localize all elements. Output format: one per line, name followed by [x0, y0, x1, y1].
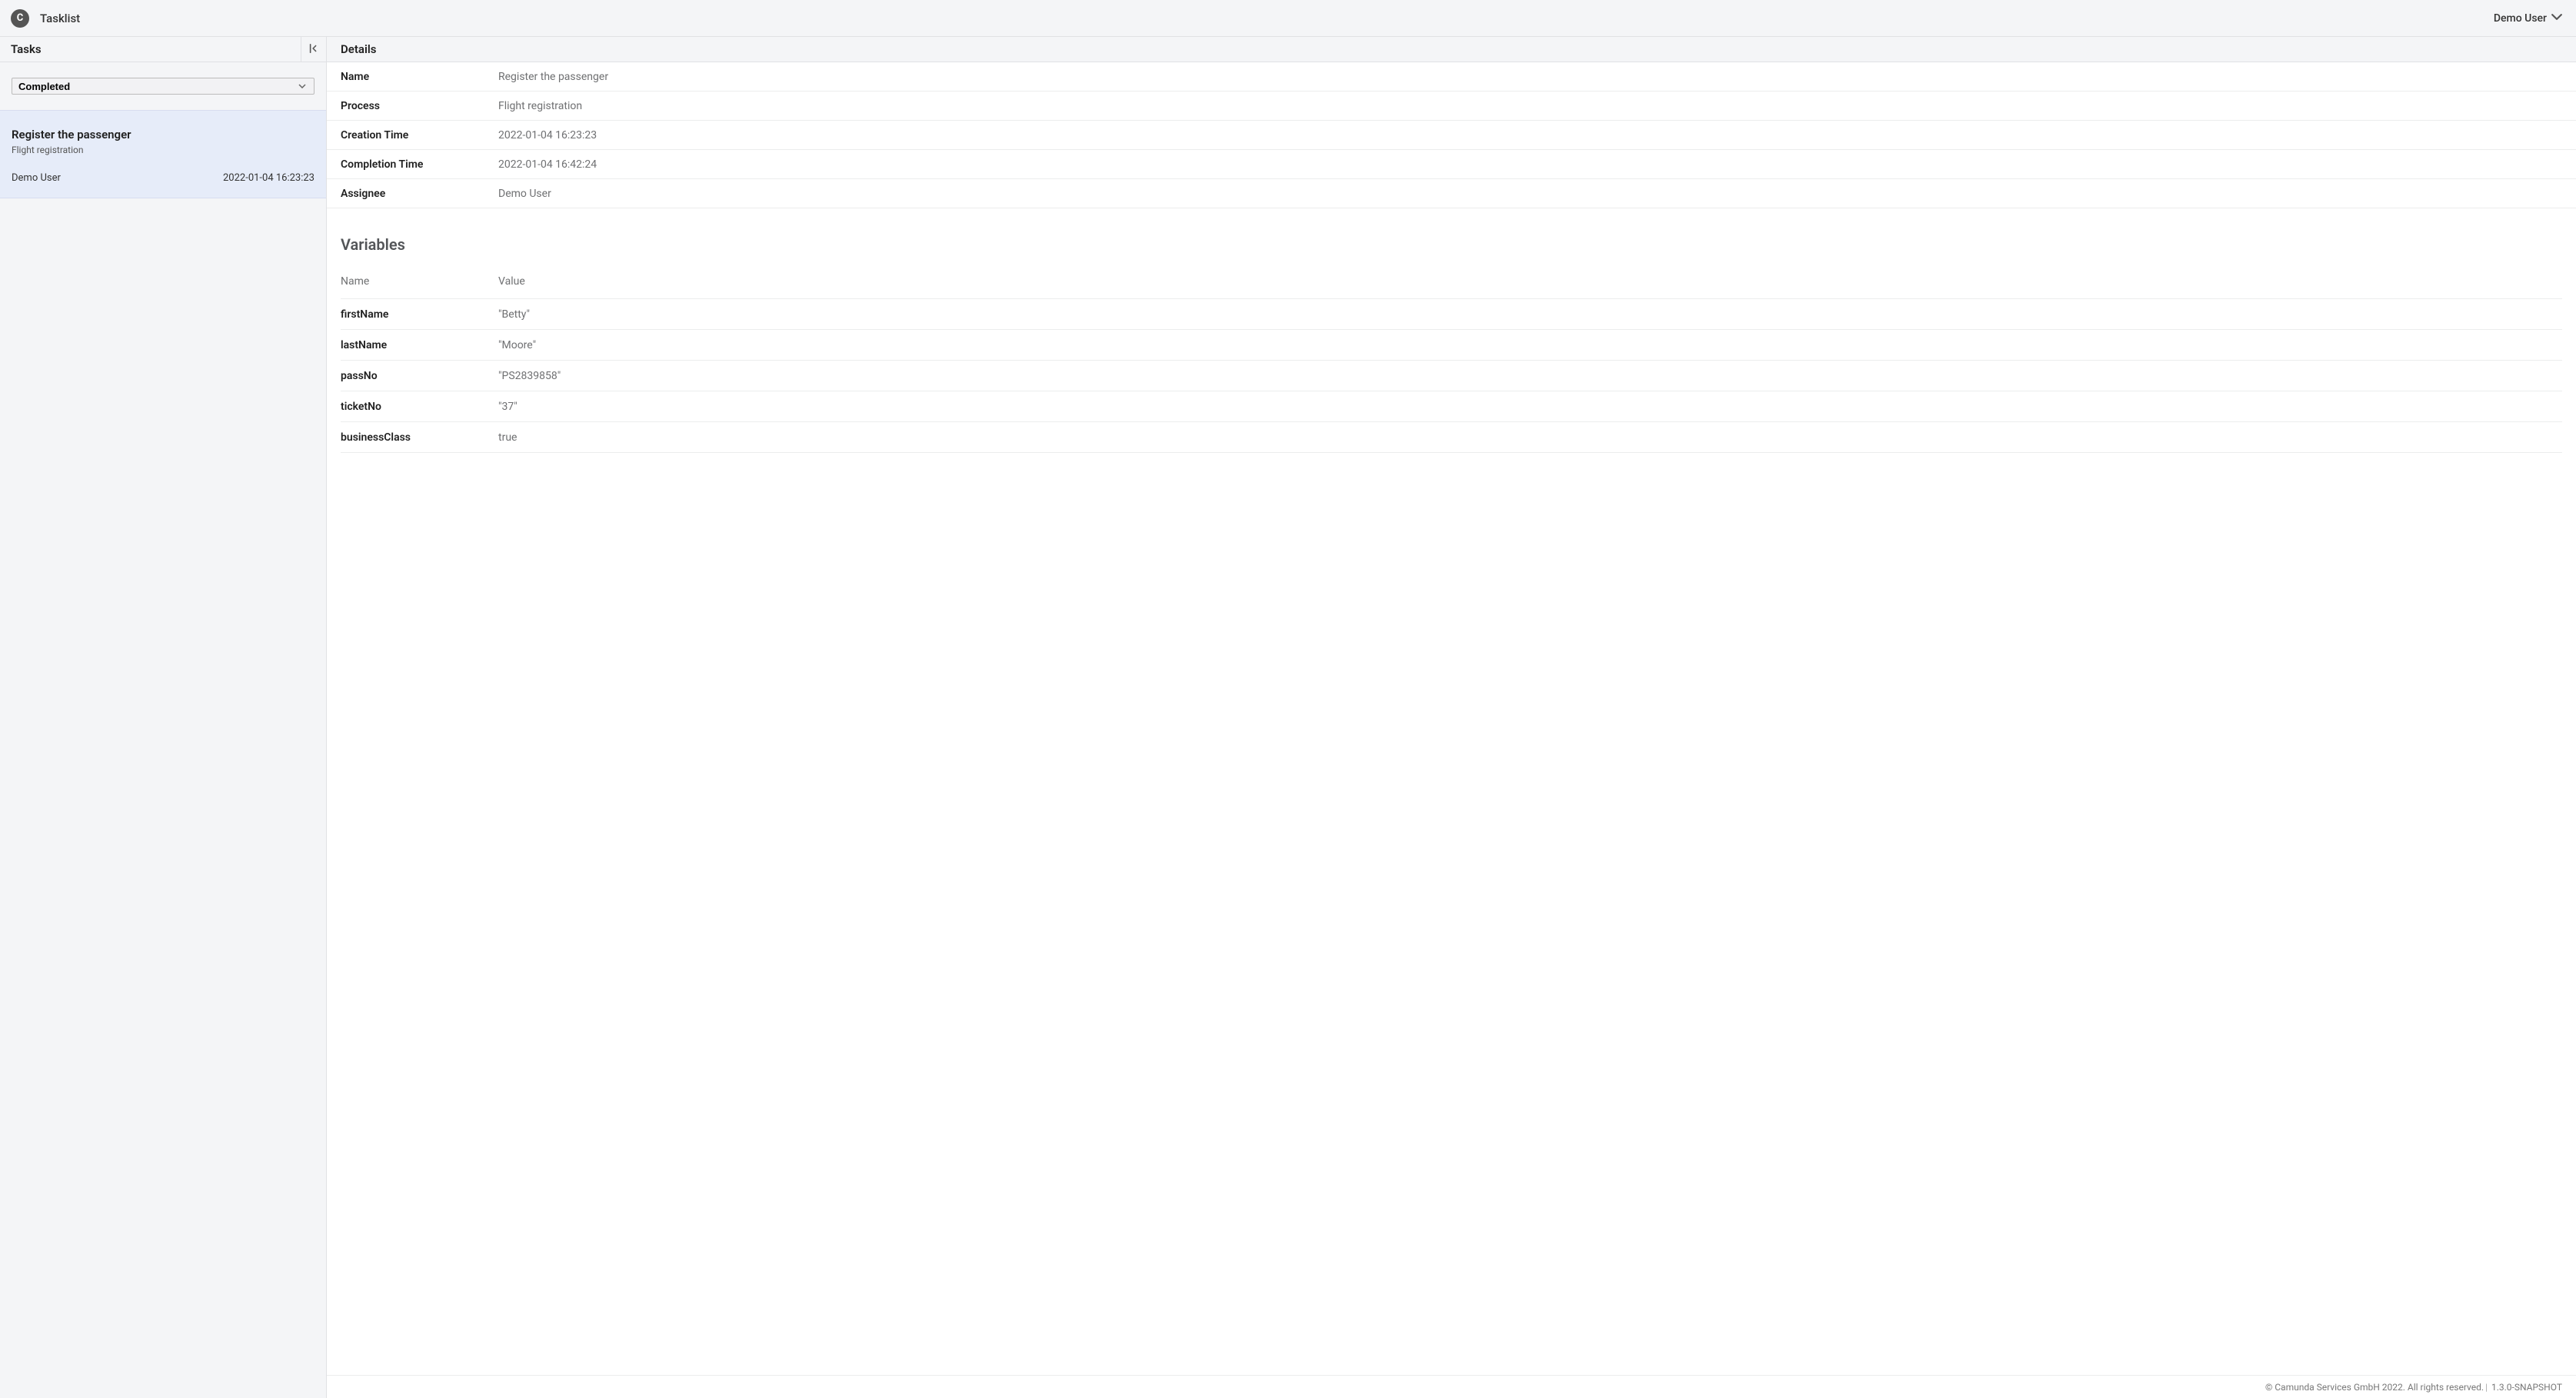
main: Tasks Completed Register the passenger F… — [0, 37, 2576, 1398]
variable-row: businessClass true — [341, 422, 2562, 453]
user-name: Demo User — [2494, 12, 2547, 25]
variables-heading: Variables — [341, 235, 2562, 254]
detail-label: Completion Time — [341, 158, 498, 171]
variables-col-value: Value — [498, 275, 525, 288]
details-header: Details — [327, 37, 2576, 62]
app-title: Tasklist — [40, 12, 80, 25]
detail-value: 2022-01-04 16:42:24 — [498, 158, 597, 171]
detail-label: Assignee — [341, 188, 498, 200]
task-card-assignee: Demo User — [12, 172, 61, 184]
app-logo-icon[interactable]: C — [11, 9, 29, 28]
details-body: Name Register the passenger Process Flig… — [327, 62, 2576, 1375]
detail-row-name: Name Register the passenger — [327, 62, 2576, 92]
variable-value: true — [498, 431, 517, 444]
variable-row: firstName "Betty" — [341, 299, 2562, 330]
task-card-process: Flight registration — [12, 145, 315, 155]
detail-value: Register the passenger — [498, 71, 608, 83]
variable-row: passNo "PS2839858" — [341, 361, 2562, 391]
variable-name: businessClass — [341, 431, 498, 444]
footer: © Camunda Services GmbH 2022. All rights… — [327, 1375, 2576, 1398]
detail-value: Demo User — [498, 188, 551, 200]
task-filter-select[interactable]: Completed — [12, 78, 315, 95]
variable-name: lastName — [341, 339, 498, 351]
task-card[interactable]: Register the passenger Flight registrati… — [0, 110, 326, 198]
filter-area: Completed — [0, 62, 326, 110]
variables-col-name: Name — [341, 275, 498, 288]
detail-label: Process — [341, 100, 498, 112]
variable-value: "PS2839858" — [498, 370, 561, 382]
footer-version: 1.3.0-SNAPSHOT — [2484, 1382, 2562, 1393]
variable-name: ticketNo — [341, 401, 498, 413]
detail-label: Name — [341, 71, 498, 83]
variables-header-row: Name Value — [341, 275, 2562, 299]
detail-value: 2022-01-04 16:23:23 — [498, 129, 597, 141]
detail-row-completion-time: Completion Time 2022-01-04 16:42:24 — [327, 150, 2576, 179]
details-panel: Details Name Register the passenger Proc… — [327, 37, 2576, 1398]
variable-value: "37" — [498, 401, 518, 413]
sidebar-title: Tasks — [11, 42, 42, 56]
detail-value: Flight registration — [498, 100, 582, 112]
variable-name: passNo — [341, 370, 498, 382]
task-card-meta: Demo User 2022-01-04 16:23:23 — [12, 172, 315, 184]
variable-name: firstName — [341, 308, 498, 321]
detail-row-process: Process Flight registration — [327, 92, 2576, 121]
variables-section: Variables Name Value firstName "Betty" l… — [327, 208, 2576, 453]
variable-value: "Betty" — [498, 308, 530, 321]
detail-label: Creation Time — [341, 129, 498, 141]
collapse-sidebar-button[interactable] — [301, 37, 326, 62]
variable-value: "Moore" — [498, 339, 536, 351]
chevron-down-icon — [2551, 12, 2562, 25]
tasks-sidebar: Tasks Completed Register the passenger F… — [0, 37, 327, 1398]
details-title: Details — [341, 42, 376, 56]
sidebar-header: Tasks — [0, 37, 326, 62]
task-card-title: Register the passenger — [12, 128, 315, 141]
user-menu[interactable]: Demo User — [2491, 7, 2565, 30]
variable-row: lastName "Moore" — [341, 330, 2562, 361]
footer-copyright: © Camunda Services GmbH 2022. All rights… — [2265, 1382, 2484, 1393]
collapse-left-icon — [308, 43, 319, 56]
task-card-timestamp: 2022-01-04 16:23:23 — [223, 172, 315, 184]
detail-row-assignee: Assignee Demo User — [327, 179, 2576, 208]
topbar-left: C Tasklist — [11, 9, 80, 28]
detail-row-creation-time: Creation Time 2022-01-04 16:23:23 — [327, 121, 2576, 150]
variable-row: ticketNo "37" — [341, 391, 2562, 422]
topbar: C Tasklist Demo User — [0, 0, 2576, 37]
